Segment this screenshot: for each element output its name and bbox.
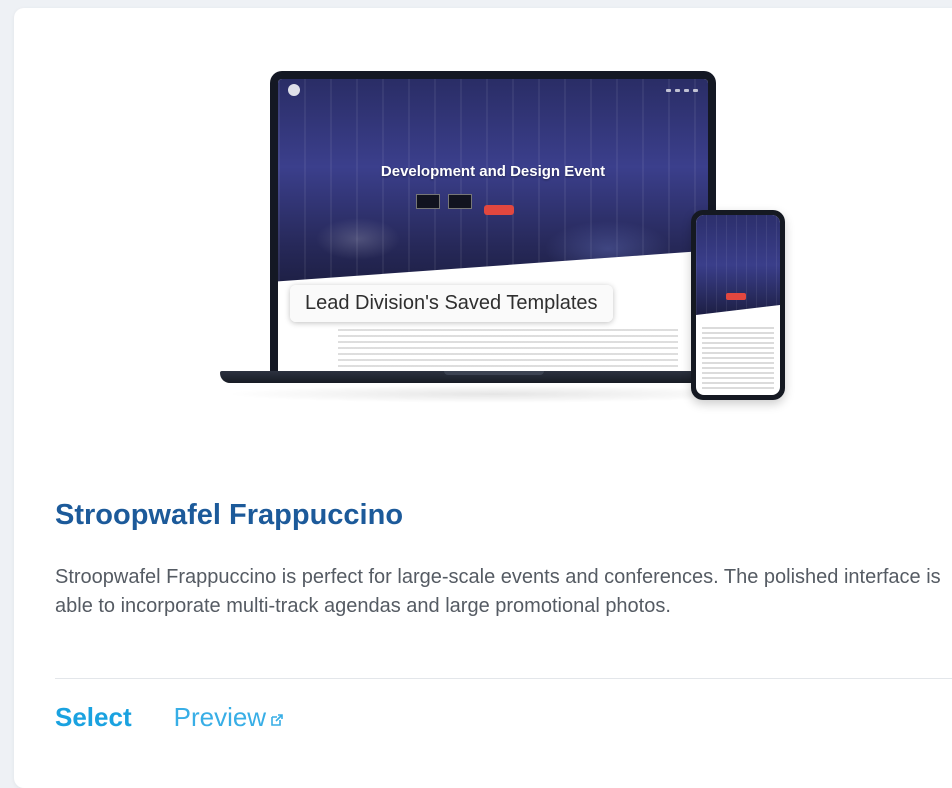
phone-event-photo bbox=[696, 215, 780, 315]
mockup-logo-icon bbox=[288, 84, 300, 96]
preview-link-label: Preview bbox=[173, 702, 267, 732]
event-photo bbox=[278, 79, 708, 282]
laptop-display: Development and Design Event bbox=[278, 79, 708, 371]
template-preview-image: Development and Design Event Lead Divisi… bbox=[14, 8, 952, 438]
divider bbox=[55, 678, 952, 679]
phone-cta-button bbox=[726, 293, 746, 300]
mockup-stage-screens bbox=[416, 194, 472, 209]
laptop-mockup: Development and Design Event bbox=[270, 71, 716, 371]
template-description: Stroopwafel Frappuccino is perfect for l… bbox=[55, 566, 941, 617]
phone-body-text bbox=[702, 327, 774, 389]
external-link-icon bbox=[271, 713, 283, 726]
laptop-notch bbox=[444, 371, 544, 375]
mockup-site-nav bbox=[278, 79, 708, 101]
mockup-cta-button bbox=[484, 205, 514, 215]
card-actions: Select Preview bbox=[55, 702, 284, 733]
mockup-menu-icon bbox=[666, 88, 698, 92]
template-card: Development and Design Event Lead Divisi… bbox=[14, 8, 952, 788]
mockup-body-text bbox=[338, 329, 678, 369]
phone-mockup bbox=[691, 210, 785, 400]
phone-display bbox=[696, 215, 780, 395]
template-title: Stroopwafel Frappuccino bbox=[55, 499, 404, 531]
select-button[interactable]: Select bbox=[55, 702, 132, 733]
device-shadow bbox=[224, 385, 764, 403]
preview-link[interactable]: Preview bbox=[174, 702, 284, 733]
mockup-site-heading: Development and Design Event bbox=[380, 163, 606, 180]
preview-caption: Lead Division's Saved Templates bbox=[290, 285, 613, 322]
